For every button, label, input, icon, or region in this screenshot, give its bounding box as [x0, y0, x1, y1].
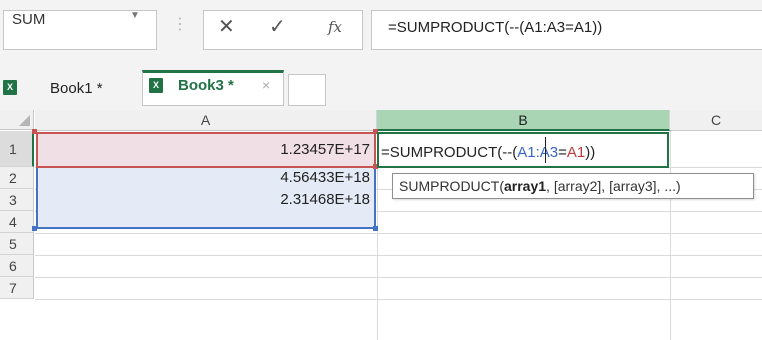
- name-box-dropdown-icon[interactable]: ▼: [130, 10, 140, 21]
- column-header-b[interactable]: B: [377, 110, 670, 131]
- formula-bar-grip-icon[interactable]: ⋮: [172, 14, 188, 34]
- column-header-c[interactable]: C: [670, 110, 762, 131]
- row-header-6[interactable]: 6: [0, 255, 34, 277]
- insert-function-icon[interactable]: fx: [328, 18, 342, 36]
- column-header-a[interactable]: A: [35, 110, 377, 131]
- new-tab-button[interactable]: [288, 74, 326, 106]
- text-cursor: [545, 137, 546, 163]
- row-header-5[interactable]: 5: [0, 233, 34, 255]
- tab-close-icon[interactable]: ×: [262, 77, 270, 93]
- function-signature-tooltip[interactable]: SUMPRODUCT(array1, [array2], [array3], .…: [392, 173, 754, 199]
- cell-a2[interactable]: 4.56433E+18: [36, 167, 376, 189]
- enter-check-icon[interactable]: ✓: [269, 17, 286, 37]
- cell-b1-formula: =SUMPRODUCT(--(A1:A3=A1)): [381, 144, 596, 161]
- workbook-tab-strip: [0, 66, 762, 110]
- cell-a1[interactable]: 1.23457E+17: [36, 132, 376, 168]
- range-handle[interactable]: [32, 129, 37, 134]
- tab-book3-label: Book3 *: [178, 77, 234, 94]
- name-box-value: SUM: [12, 11, 46, 28]
- row-header-1[interactable]: 1: [0, 131, 34, 167]
- gridline: [35, 277, 762, 278]
- excel-workbook-icon: X: [3, 80, 17, 95]
- gridline: [35, 255, 762, 256]
- excel-workbook-icon: X: [149, 78, 163, 93]
- row-header-2[interactable]: 2: [0, 167, 34, 189]
- row-header-4[interactable]: 4: [0, 211, 34, 233]
- row-header-7[interactable]: 7: [0, 277, 34, 299]
- range-handle[interactable]: [32, 226, 37, 231]
- formula-text: =SUMPRODUCT(--(A1:A3=A1)): [388, 19, 603, 36]
- gridline: [35, 233, 762, 234]
- gridline: [35, 299, 762, 300]
- cancel-icon[interactable]: ✕: [218, 17, 235, 37]
- cell-a3[interactable]: 2.31468E+18: [36, 189, 376, 211]
- select-all-corner[interactable]: [0, 110, 34, 130]
- tab-book1[interactable]: Book1 *: [50, 80, 103, 97]
- range-handle[interactable]: [373, 226, 378, 231]
- gridline: [670, 131, 671, 340]
- row-header-3[interactable]: 3: [0, 189, 34, 211]
